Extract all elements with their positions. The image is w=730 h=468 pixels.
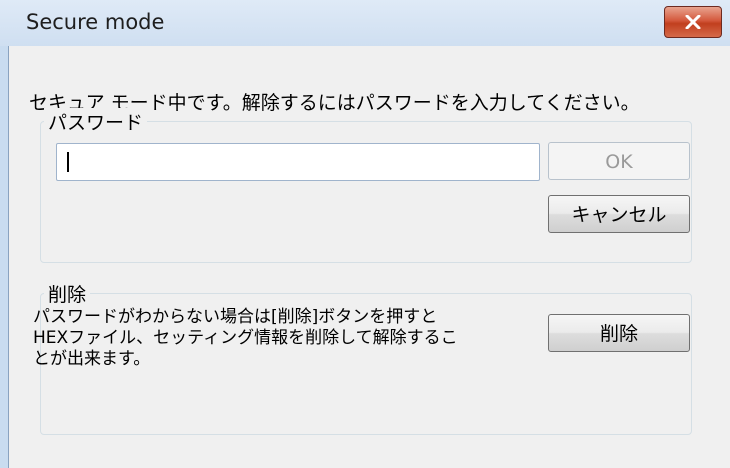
delete-description-line: とが出来ます。	[33, 349, 151, 369]
title-bar[interactable]: Secure mode	[0, 0, 730, 46]
close-button[interactable]	[664, 6, 722, 38]
dialog-client-area: セキュア モード中です。解除するにはパスワードを入力してください。 パスワード …	[8, 46, 730, 468]
delete-button[interactable]: 削除	[548, 314, 690, 352]
dialog-window: Secure mode セキュア モード中です。解除するにはパスワードを入力して…	[0, 0, 730, 468]
cancel-button[interactable]: キャンセル	[548, 195, 690, 233]
text-caret	[67, 152, 69, 172]
delete-description-line: パスワードがわからない場合は[削除]ボタンを押すと	[33, 307, 438, 327]
window-title: Secure mode	[26, 10, 165, 34]
ok-button[interactable]: OK	[548, 142, 690, 180]
delete-group-label: 削除	[44, 280, 91, 307]
password-input[interactable]	[56, 143, 540, 181]
close-x-icon	[685, 15, 701, 29]
delete-description: パスワードがわからない場合は[削除]ボタンを押すと HEXファイル、セッティング…	[33, 307, 543, 370]
delete-description-line: HEXファイル、セッティング情報を削除して解除するこ	[33, 328, 458, 348]
password-group-label: パスワード	[44, 108, 148, 135]
